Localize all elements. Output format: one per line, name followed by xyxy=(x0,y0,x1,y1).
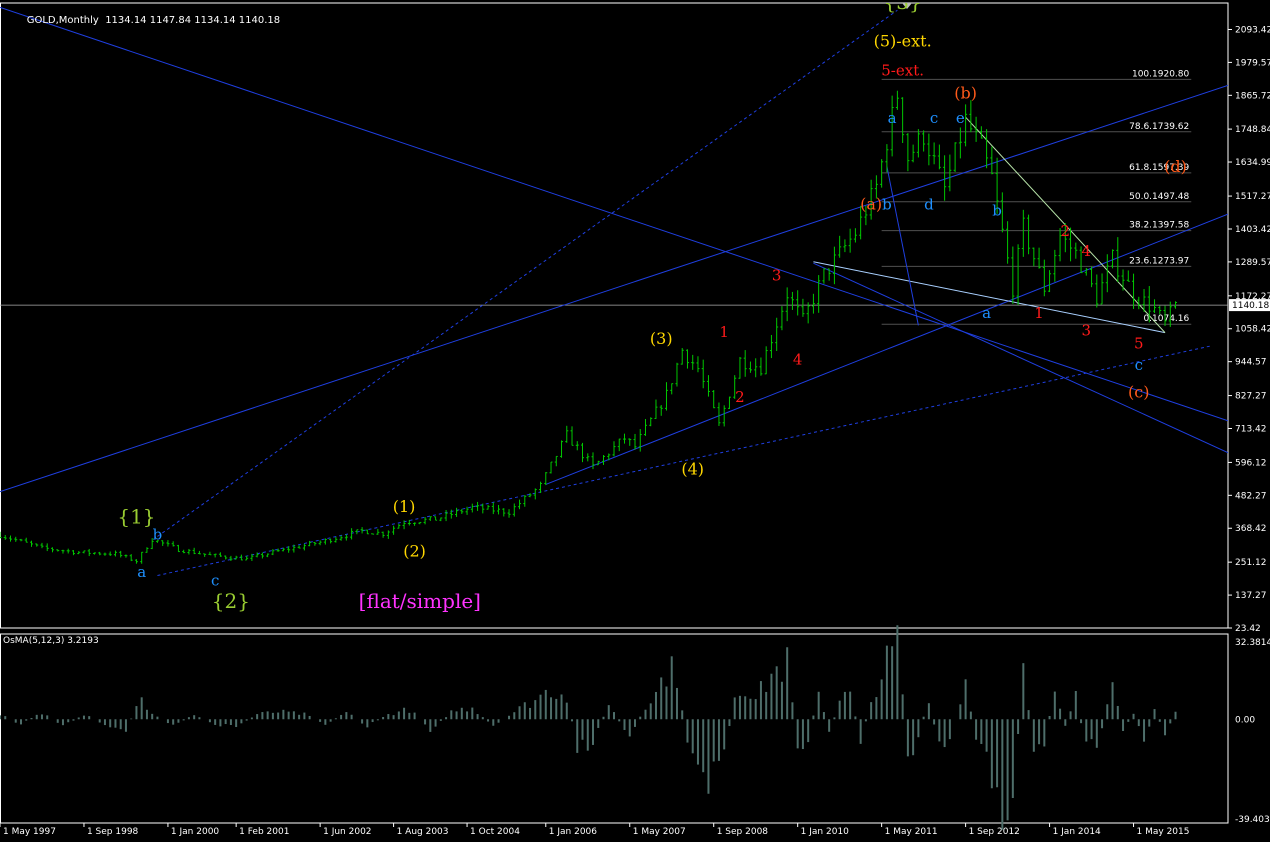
wave-label: 5 xyxy=(1134,335,1144,353)
x-tick-label: 1 Jun 2002 xyxy=(323,827,371,837)
wave-label: 5-ext. xyxy=(881,61,924,79)
fib-level-label: 100.1920.80 xyxy=(1132,69,1190,79)
trend-line xyxy=(0,84,1228,493)
x-tick-label: 1 Sep 2008 xyxy=(717,827,769,837)
x-tick-label: 1 Jan 2006 xyxy=(549,827,597,837)
wave-label: 1 xyxy=(719,323,729,341)
y-tick-label: 1865.72 xyxy=(1235,91,1270,101)
osma-tick-label: -39.4035 xyxy=(1235,815,1270,825)
candles xyxy=(0,90,1178,564)
wave-label: (a) xyxy=(860,195,882,214)
osma-label: OsMA(5,12,3) 3.2193 xyxy=(3,636,99,646)
fib-level-label: 78.6.1739.62 xyxy=(1129,122,1189,132)
wave-label: (4) xyxy=(681,459,704,478)
wave-label: 2 xyxy=(1061,222,1071,240)
y-tick-label: 137.27 xyxy=(1235,591,1267,601)
y-tick-label: 1979.57 xyxy=(1235,58,1270,68)
x-tick-label: 1 May 2007 xyxy=(633,827,686,837)
wave-label: 3 xyxy=(1082,322,1092,340)
wave-label: d xyxy=(924,196,934,214)
wave-label: {3} xyxy=(884,0,922,14)
y-tick-label: 713.42 xyxy=(1235,424,1267,434)
y-tick-label: 827.27 xyxy=(1235,392,1267,402)
fib-level-label: 50.0.1497.48 xyxy=(1129,192,1189,202)
y-tick-label: 596.12 xyxy=(1235,458,1267,468)
wave-label: {2} xyxy=(212,589,250,613)
x-tick-label: 1 Feb 2001 xyxy=(239,827,289,837)
current-price-label: 1140.18 xyxy=(1232,301,1269,311)
wave-label: a xyxy=(137,563,146,581)
x-tick-label: 1 May 2015 xyxy=(1137,827,1190,837)
y-tick-label: 944.57 xyxy=(1235,358,1267,368)
wave-label: 1 xyxy=(1034,304,1044,322)
osma-tick-label: 32.3814 xyxy=(1235,638,1270,648)
wave-label: b xyxy=(153,525,163,543)
chart-canvas: 100.1920.8078.6.1739.6261.8.1597.3950.0.… xyxy=(0,0,1270,837)
wave-label: a xyxy=(888,109,897,127)
x-tick-label: 1 Aug 2003 xyxy=(397,827,449,837)
main-plot: 100.1920.8078.6.1739.6261.8.1597.3950.0.… xyxy=(0,0,1228,613)
wave-label: e xyxy=(956,109,965,127)
wave-label: a xyxy=(982,304,991,322)
wave-label: 2 xyxy=(735,388,745,406)
symbol-label: GOLD,Monthly xyxy=(26,15,99,26)
wave-label: (1) xyxy=(393,497,416,516)
y-tick-label: 23.42 xyxy=(1235,624,1261,634)
osma-tick-label: 0.00 xyxy=(1235,715,1255,725)
wave-label: c xyxy=(930,109,938,127)
wave-label: c xyxy=(1135,356,1143,374)
y-tick-label: 1748.84 xyxy=(1235,125,1270,135)
y-tick-label: 2093.42 xyxy=(1235,25,1270,35)
fib-level-label: 0.1074.16 xyxy=(1143,314,1189,324)
y-tick-label: 1634.99 xyxy=(1235,158,1270,168)
wave-label: (d) xyxy=(1164,157,1187,176)
y-tick-label: 482.27 xyxy=(1235,491,1267,501)
y-tick-label: 1289.57 xyxy=(1235,258,1270,268)
x-tick-label: 1 May 2011 xyxy=(885,827,938,837)
wave-label: (c) xyxy=(1128,383,1149,402)
x-tick-label: 1 Sep 2012 xyxy=(969,827,1020,837)
y-tick-label: 1058.42 xyxy=(1235,325,1270,335)
wave-label: c xyxy=(211,572,219,590)
x-tick-label: 1 Jan 2014 xyxy=(1053,827,1101,837)
trend-line xyxy=(0,6,1228,422)
y-tick-label: 368.42 xyxy=(1235,524,1267,534)
wave-label: (b) xyxy=(954,83,977,102)
chart-window: 100.1920.80 78.6.1739.62 61.8.1597.39 50.0.… xyxy=(0,0,1270,838)
osma-histogram xyxy=(0,625,1177,830)
y-tick-label: 1517.27 xyxy=(1235,192,1270,202)
x-tick-label: 1 Sep 1998 xyxy=(87,827,139,837)
ohlc-readout: 1134.14 1147.84 1134.14 1140.18 xyxy=(105,15,281,26)
main-plot-frame xyxy=(0,2,1229,629)
wave-label: (3) xyxy=(650,329,673,348)
wave-label: {1} xyxy=(117,504,155,528)
wave-label: [flat/simple] xyxy=(359,589,481,613)
x-tick-label: 1 Oct 2004 xyxy=(470,827,520,837)
trend-line xyxy=(157,9,898,537)
wave-label: b xyxy=(882,196,892,214)
x-tick-label: 1 Jan 2010 xyxy=(801,827,849,837)
x-tick-label: 1 May 1997 xyxy=(3,827,56,837)
x-tick-label: 1 Jan 2000 xyxy=(171,827,219,837)
fib-level-label: 23.6.1273.97 xyxy=(1129,256,1189,266)
wave-label: (5)-ext. xyxy=(874,31,932,50)
wave-label: b xyxy=(992,202,1002,220)
trend-line xyxy=(813,262,1228,454)
trend-line xyxy=(886,166,919,326)
y-tick-label: 1403.42 xyxy=(1235,225,1270,235)
wave-label: 4 xyxy=(793,350,803,368)
y-tick-label: 251.12 xyxy=(1235,558,1267,568)
wave-label: 4 xyxy=(1082,242,1092,260)
trend-line xyxy=(545,213,1228,485)
fib-level-label: 38.2.1397.58 xyxy=(1129,221,1189,231)
wave-label: (2) xyxy=(403,542,426,561)
chart-header: GOLD,Monthly 1134.14 1147.84 1134.14 114… xyxy=(14,4,280,37)
wave-label: 3 xyxy=(772,267,782,285)
